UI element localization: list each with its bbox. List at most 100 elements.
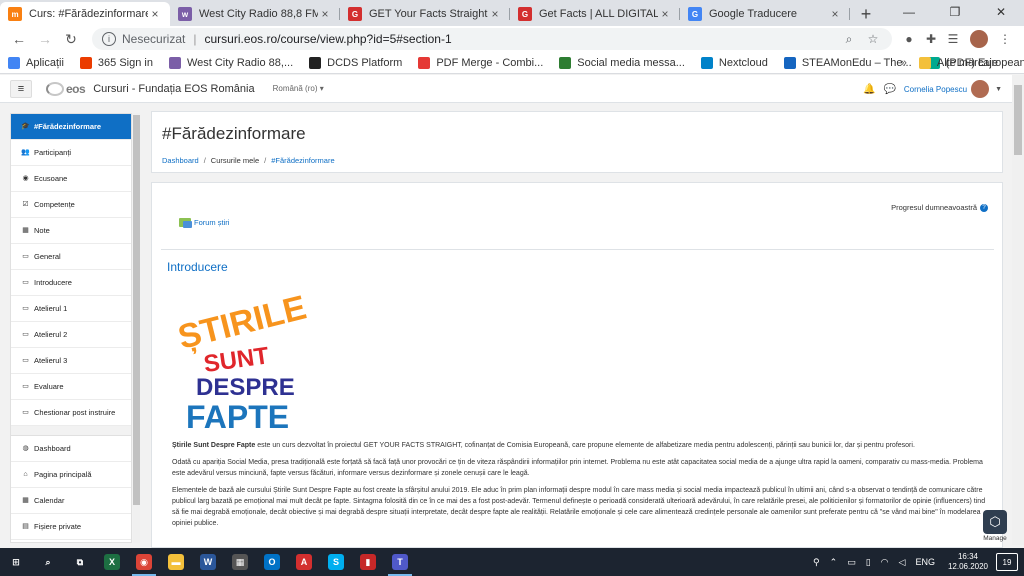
wifi-icon[interactable]: ◠ [881, 557, 889, 568]
tab-close-icon[interactable]: × [658, 7, 672, 21]
section-title[interactable]: Introducere [167, 260, 228, 274]
sidebar-item[interactable]: ▭ Atelierul 1 [11, 296, 131, 322]
site-logo[interactable]: eos [46, 81, 86, 96]
taskbar-calculator-button[interactable]: ▦ [224, 548, 256, 576]
reload-button[interactable]: ↻ [60, 28, 82, 50]
people-icon[interactable]: ⚲ [813, 557, 820, 568]
sidebar-item[interactable]: ◉ Ecusoane [11, 166, 131, 192]
extension-icon[interactable]: ● [898, 28, 920, 50]
back-button[interactable]: ← [8, 28, 30, 50]
language-menu[interactable]: Română (ro) ▾ [273, 84, 324, 93]
bookmark-item[interactable]: 365 Sign in [79, 56, 153, 69]
user-avatar[interactable] [971, 80, 990, 98]
bookmark-item[interactable]: West City Radio 88,... [168, 56, 293, 69]
sidebar-item[interactable]: ▦ Calendar [11, 488, 131, 514]
taskbar-excel-button[interactable]: X [96, 548, 128, 576]
sidebar-item[interactable]: ▭ Introducere [11, 270, 131, 296]
forward-button[interactable]: → [34, 28, 56, 50]
sidebar-item[interactable]: 🎓 #Fărădezinformare [11, 114, 131, 140]
tab-close-icon[interactable]: × [488, 7, 502, 21]
network-icon[interactable]: ▭ [847, 557, 856, 568]
zoom-icon[interactable]: ⌕ [840, 32, 858, 47]
taskbar-word-button[interactable]: W [192, 548, 224, 576]
puzzle-icon[interactable]: ✚ [920, 28, 942, 50]
sidebar-item[interactable]: ▭ Chestionar post instruire [11, 400, 131, 426]
manage-widget[interactable]: ⬡ Manage [978, 510, 1012, 546]
notifications-bell-icon[interactable]: 🔔 [863, 84, 875, 95]
taskbar-teams-button[interactable]: T [384, 548, 416, 576]
sidebar-item[interactable]: ▭ General [11, 244, 131, 270]
sidebar-item[interactable]: ▭ Evaluare [11, 374, 131, 400]
tray-chevron-icon[interactable]: ⌃ [830, 557, 838, 568]
tab-close-icon[interactable]: × [148, 7, 162, 21]
browser-tab[interactable]: G Get Facts | ALL DIGITAL Week× [510, 2, 680, 26]
close-window-button[interactable]: ✕ [978, 0, 1024, 24]
clock[interactable]: 16:34 12.06.2020 [948, 552, 988, 572]
sidebar-item[interactable]: ◍ Dashboard [11, 436, 131, 462]
paragraph-3: Elementele de bază ale cursului Știrile … [172, 487, 986, 527]
tab-close-icon[interactable]: × [828, 7, 842, 21]
volume-icon[interactable]: ◁ [899, 557, 906, 568]
bookmark-item[interactable]: PDF Merge - Combi... [418, 56, 543, 69]
breadcrumb-course[interactable]: #Fărădezinformare [271, 156, 334, 165]
user-menu-caret-icon[interactable]: ▼ [995, 86, 1002, 93]
messages-icon[interactable]: 💬 [883, 84, 895, 95]
sidebar-item[interactable]: ⌂ Pagina principală [11, 462, 131, 488]
bookmark-item[interactable]: STEAMonEdu – The... [783, 56, 912, 69]
language-indicator[interactable]: ENG [915, 557, 935, 567]
tab-close-icon[interactable]: × [318, 7, 332, 21]
hamburger-icon[interactable]: ≡ [10, 79, 32, 98]
browser-tab[interactable]: m Curs: #Fărădezinformare × [0, 2, 170, 26]
bookmark-item[interactable]: Aplicații [8, 56, 64, 69]
minimize-button[interactable]: — [886, 0, 932, 24]
taskbar-powerpoint-red-button[interactable]: ▮ [352, 548, 384, 576]
taskbar-search-button[interactable]: ⌕ [32, 548, 64, 576]
sidebar-item[interactable]: ☑ Competențe [11, 192, 131, 218]
sidebar-item[interactable]: ▭ Atelierul 3 [11, 348, 131, 374]
site-name[interactable]: Cursuri - Fundația EOS România [93, 83, 254, 95]
new-tab-button[interactable]: + [854, 2, 878, 26]
bookmark-item[interactable]: Nextcloud [700, 56, 768, 69]
tab-favicon-icon: G [518, 7, 532, 21]
breadcrumb-my-courses[interactable]: Cursurile mele [211, 156, 259, 165]
taskbar-acrobat-button[interactable]: A [288, 548, 320, 576]
action-center-button[interactable]: 19 [996, 553, 1018, 571]
sidebar-item[interactable]: ▤ Fișiere private [11, 514, 131, 540]
bookmarks-more-button[interactable]: » [901, 57, 907, 69]
profile-avatar[interactable] [970, 30, 988, 48]
bookmark-star-icon[interactable]: ☆ [864, 32, 882, 46]
breadcrumb-dashboard[interactable]: Dashboard [162, 156, 199, 165]
taskbar-task-view-button[interactable]: ⧉ [64, 548, 96, 576]
sidebar-item[interactable]: 🎓Cursurile mele [11, 540, 131, 542]
sidebar-item[interactable]: 👥 Participanți [11, 140, 131, 166]
user-name[interactable]: Cornelia Popescu [904, 85, 967, 94]
address-bar[interactable]: i Nesecurizat | cursuri.eos.ro/course/vi… [92, 28, 892, 50]
help-icon[interactable]: ? [980, 203, 988, 212]
info-icon[interactable]: i [102, 32, 116, 46]
taskbar-outlook-button[interactable]: O [256, 548, 288, 576]
reading-list-icon[interactable]: ☰ [942, 28, 964, 50]
browser-tab[interactable]: G GET Your Facts Straight! online× [340, 2, 510, 26]
sidebar-item[interactable]: ▦ Note [11, 218, 131, 244]
taskbar-explorer-button[interactable]: ▬ [160, 548, 192, 576]
forum-news-link[interactable]: Forum știri [179, 218, 229, 228]
page-scroll-thumb[interactable] [1014, 85, 1022, 155]
taskbar-chrome-button[interactable]: ◉ [128, 548, 160, 576]
manage-icon[interactable]: ⬡ [983, 510, 1007, 534]
other-bookmarks[interactable]: Alte marcaje [918, 57, 998, 69]
sidebar-item[interactable]: ▭ Atelierul 2 [11, 322, 131, 348]
battery-icon[interactable]: ▯ [866, 557, 871, 568]
sidebar-item-label: Atelierul 1 [34, 304, 68, 313]
bookmark-item[interactable]: Social media messa... [559, 56, 685, 69]
url-text[interactable]: cursuri.eos.ro/course/view.php?id=5#sect… [204, 32, 834, 46]
taskbar-skype-button[interactable]: S [320, 548, 352, 576]
sidebar-scroll-thumb[interactable] [133, 115, 140, 505]
taskbar-start-button[interactable]: ⊞ [0, 548, 32, 576]
sidebar-scrollbar[interactable] [133, 113, 140, 543]
bookmark-item[interactable]: DCDS Platform [309, 56, 402, 69]
page-scrollbar[interactable] [1012, 75, 1024, 545]
browser-tab[interactable]: G Google Traducere × [680, 2, 850, 26]
menu-icon[interactable]: ⋮ [994, 28, 1016, 50]
browser-tab[interactable]: w West City Radio 88,8 FM - × [170, 2, 340, 26]
maximize-button[interactable]: ❐ [932, 0, 978, 24]
